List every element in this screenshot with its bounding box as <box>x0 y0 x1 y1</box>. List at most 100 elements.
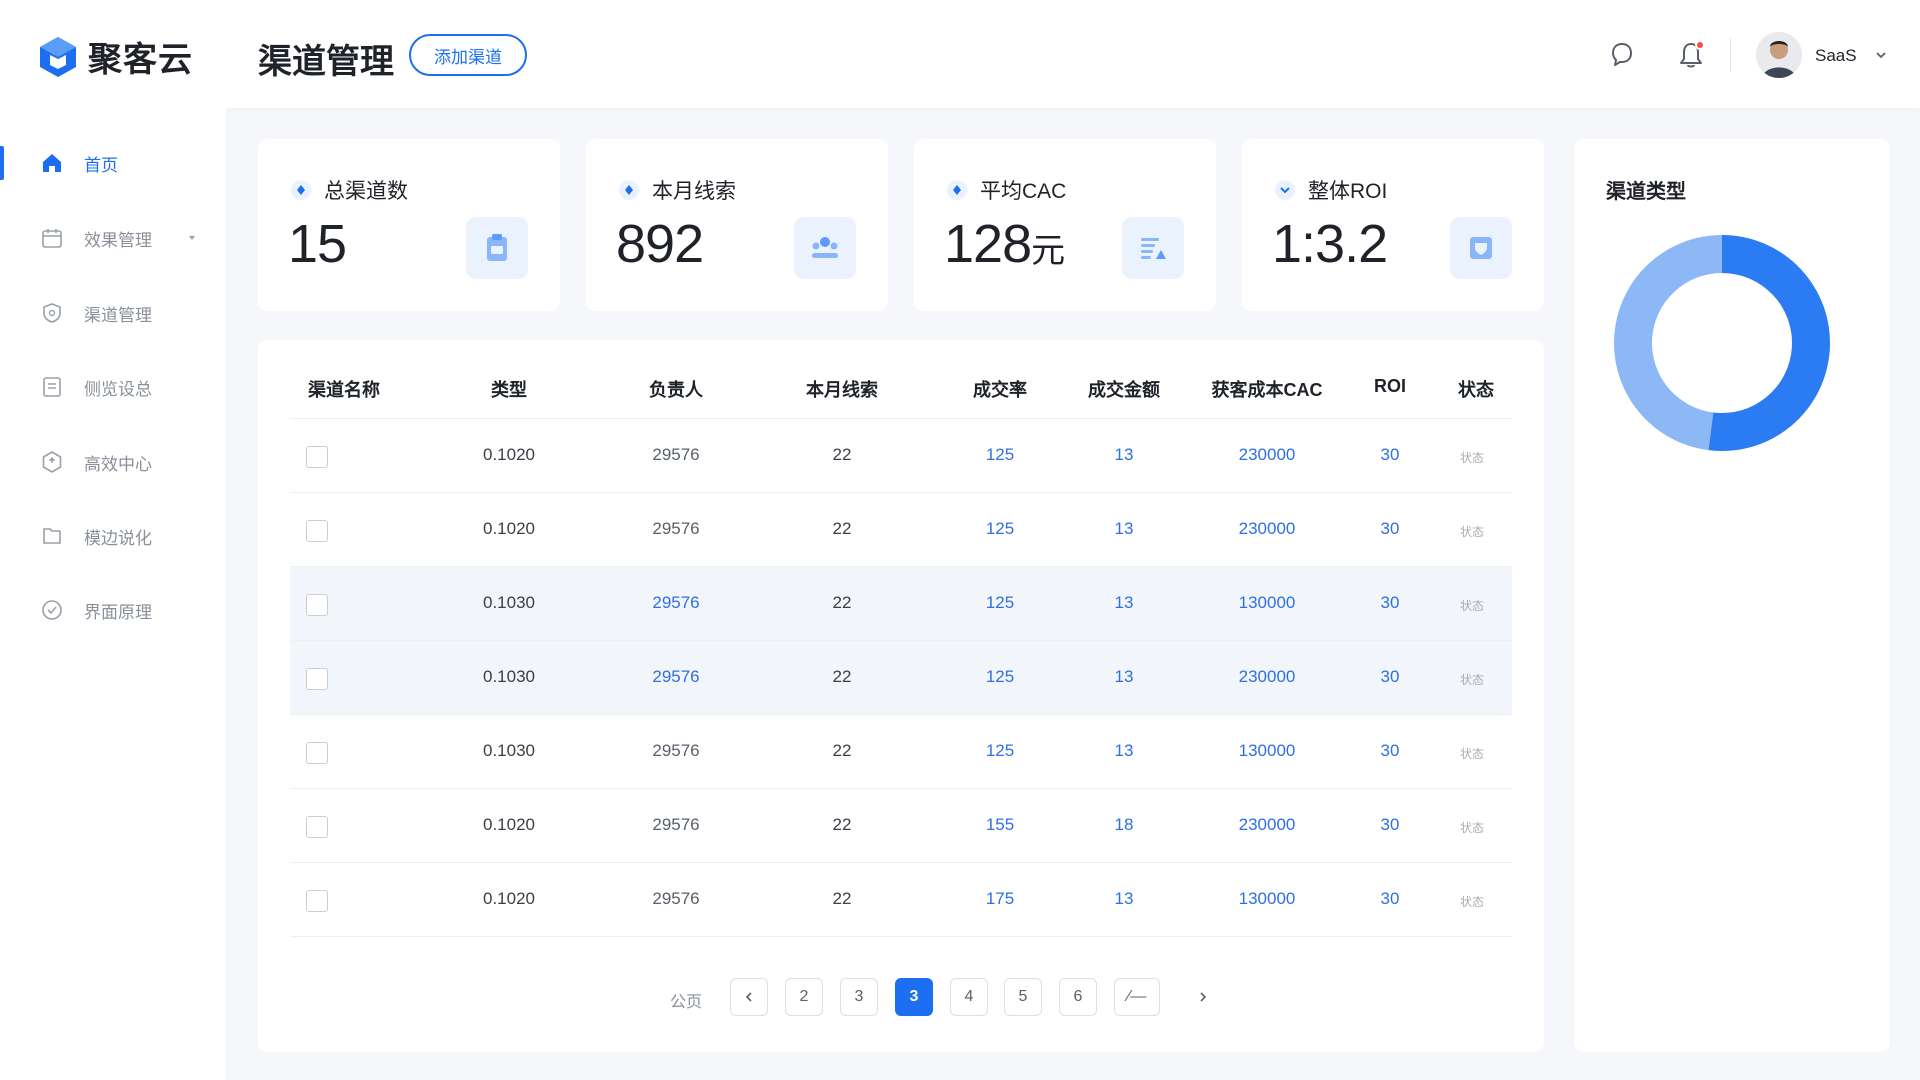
row-checkbox[interactable] <box>306 890 328 912</box>
row-checkbox[interactable] <box>306 520 328 542</box>
cell-type: 0.1030 <box>483 667 535 686</box>
donut-segment-1[interactable] <box>1613 235 1722 451</box>
channel-type-donut-chart <box>1613 235 1830 451</box>
user-avatar[interactable] <box>1756 32 1802 78</box>
clipboard-icon <box>466 217 528 279</box>
cell-status[interactable]: 状态 <box>1460 745 1484 762</box>
cell-cac: 230000 <box>1238 519 1296 538</box>
pagination-page-active[interactable]: 3 <box>895 978 933 1016</box>
hexagon-icon <box>42 451 62 473</box>
row-checkbox[interactable] <box>306 594 328 616</box>
cell-rate: 125 <box>985 593 1015 612</box>
column-header-amount[interactable]: 成交金额 <box>1088 376 1160 402</box>
cell-owner: 29576 <box>652 519 700 538</box>
sidebar-item-label: 界面原理 <box>84 602 152 622</box>
column-header-type[interactable]: 类型 <box>491 376 527 402</box>
pagination-more[interactable]: ⁄— <box>1114 978 1160 1016</box>
cell-status[interactable]: 状态 <box>1460 449 1484 466</box>
caret-down-icon[interactable] <box>186 232 198 244</box>
table-row[interactable]: 0.1030 29576 22 125 13 230000 30 状态 <box>290 640 1512 714</box>
cell-cac: 230000 <box>1238 445 1296 464</box>
table-row[interactable]: 0.1020 29576 22 125 13 230000 30 状态 <box>290 492 1512 566</box>
pagination-page[interactable]: 6 <box>1059 978 1097 1016</box>
column-header-owner[interactable]: 负责人 <box>649 376 703 402</box>
check-circle-icon <box>42 600 62 620</box>
cell-owner: 29576 <box>652 593 700 612</box>
sidebar-item-label: 效果管理 <box>84 230 152 250</box>
column-header-name[interactable]: 渠道名称 <box>308 376 380 402</box>
column-header-status[interactable]: 状态 <box>1458 376 1494 402</box>
cell-type: 0.1020 <box>483 889 535 908</box>
cell-type: 0.1020 <box>483 519 535 538</box>
table-row[interactable]: 0.1020 29576 22 155 18 230000 30 状态 <box>290 788 1512 862</box>
cell-amount: 13 <box>1114 667 1134 686</box>
cell-status[interactable]: 状态 <box>1460 597 1484 614</box>
cell-amount: 13 <box>1114 445 1134 464</box>
brand-logo[interactable]: 聚客云 <box>38 32 193 81</box>
table-row[interactable]: 0.1020 29576 22 175 13 130000 30 状态 <box>290 862 1512 936</box>
cell-amount: 18 <box>1114 815 1134 834</box>
user-name[interactable]: SaaS <box>1815 46 1857 66</box>
stat-label: 平均CAC <box>980 180 1067 203</box>
sidebar-item-effect[interactable]: 效果管理 <box>0 213 226 263</box>
column-header-leads[interactable]: 本月线索 <box>806 376 878 402</box>
cell-roi: 30 <box>1380 445 1400 464</box>
channel-table: 渠道名称 类型 负责人 本月线索 成交率 成交金额 获客成本CAC ROI 状态… <box>258 340 1544 1052</box>
chevron-down-icon[interactable] <box>1874 48 1888 62</box>
cell-cac: 130000 <box>1238 741 1296 760</box>
sidebar-item-label: 模边说化 <box>84 528 152 548</box>
row-checkbox[interactable] <box>306 742 328 764</box>
pagination-page[interactable]: 5 <box>1004 978 1042 1016</box>
cell-amount: 13 <box>1114 519 1134 538</box>
table-row[interactable]: 0.1030 29576 22 125 13 130000 30 状态 <box>290 714 1512 788</box>
cell-rate: 175 <box>985 889 1015 908</box>
sidebar-item-interface[interactable]: 界面原理 <box>0 585 226 635</box>
row-checkbox[interactable] <box>306 668 328 690</box>
cell-leads: 22 <box>832 593 852 612</box>
column-header-rate[interactable]: 成交率 <box>973 376 1027 402</box>
pagination-page[interactable]: 3 <box>840 978 878 1016</box>
shield-icon <box>43 303 61 323</box>
column-header-roi[interactable]: ROI <box>1374 376 1406 397</box>
stat-value: 128元 <box>944 214 1065 274</box>
cell-type: 0.1030 <box>483 741 535 760</box>
cell-status[interactable]: 状态 <box>1460 893 1484 910</box>
cell-status[interactable]: 状态 <box>1460 671 1484 688</box>
cell-status[interactable]: 状态 <box>1460 523 1484 540</box>
cell-cac: 230000 <box>1238 667 1296 686</box>
people-icon <box>794 217 856 279</box>
row-checkbox[interactable] <box>306 446 328 468</box>
avatar-image <box>1756 32 1802 78</box>
cell-status[interactable]: 状态 <box>1460 819 1484 836</box>
add-channel-button[interactable]: 添加渠道 <box>409 34 527 76</box>
sidebar-item-edge[interactable]: 模边说化 <box>0 511 226 561</box>
sidebar: 首页 效果管理 渠道管理 侧览设总 高效中心 模边说化 界面原理 <box>0 108 226 1080</box>
diamond-icon <box>619 180 639 200</box>
document-icon <box>43 377 61 397</box>
cell-roi: 30 <box>1380 519 1400 538</box>
row-checkbox[interactable] <box>306 816 328 838</box>
notification-badge <box>1695 40 1705 50</box>
pagination-prev-button[interactable] <box>730 978 768 1016</box>
pagination-page[interactable]: 4 <box>950 978 988 1016</box>
cell-rate: 125 <box>985 741 1015 760</box>
pagination-page[interactable]: 2 <box>785 978 823 1016</box>
sidebar-item-label: 渠道管理 <box>84 305 152 325</box>
column-header-cac[interactable]: 获客成本CAC <box>1212 376 1323 402</box>
sidebar-item-efficiency[interactable]: 高效中心 <box>0 437 226 487</box>
stat-card-monthly-leads: 本月线索 892 <box>586 139 888 311</box>
brand-name: 聚客云 <box>88 41 193 79</box>
cell-owner: 29576 <box>652 815 700 834</box>
table-row[interactable]: 0.1030 29576 22 125 13 130000 30 状态 <box>290 566 1512 640</box>
pagination-next-button[interactable] <box>1184 978 1222 1016</box>
sidebar-item-overview[interactable]: 侧览设总 <box>0 362 226 412</box>
sidebar-item-home[interactable]: 首页 <box>0 138 226 188</box>
message-icon[interactable] <box>1608 40 1636 70</box>
stat-value: 1:3.2 <box>1272 214 1388 274</box>
notification-button[interactable] <box>1677 40 1705 70</box>
sidebar-item-channels[interactable]: 渠道管理 <box>0 288 226 338</box>
stat-card-overall-roi: 整体ROI 1:3.2 <box>1242 139 1544 311</box>
cell-leads: 22 <box>832 445 852 464</box>
donut-segment-0[interactable] <box>1708 235 1830 451</box>
table-row[interactable]: 0.1020 29576 22 125 13 230000 30 状态 <box>290 418 1512 492</box>
